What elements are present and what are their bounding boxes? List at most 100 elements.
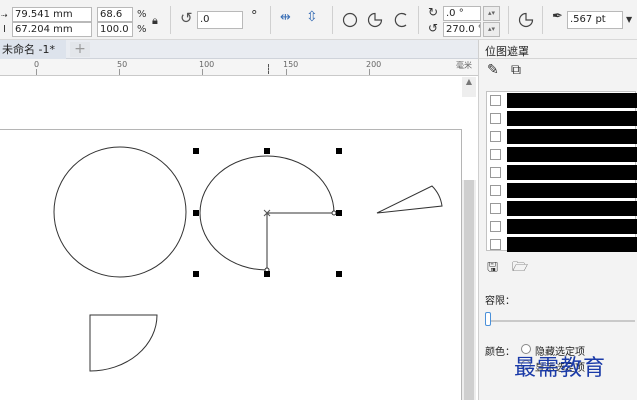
toolbar-separator <box>332 6 333 34</box>
node-marker <box>331 210 337 216</box>
color-swatch[interactable] <box>507 111 637 126</box>
start-angle-icon: ↻ <box>428 5 439 19</box>
add-tab-button[interactable]: + <box>70 42 90 57</box>
mirror-horizontal-icon[interactable]: ⇹ <box>280 11 291 24</box>
toolbar-separator <box>270 6 271 34</box>
start-angle-field[interactable]: .0 ° <box>443 6 481 21</box>
end-angle-icon: ↺ <box>428 21 439 35</box>
eyedropper-icon[interactable]: ✎ <box>487 63 499 77</box>
quarter-pie-shape[interactable] <box>89 314 158 372</box>
tolerance-slider-track[interactable] <box>487 320 635 322</box>
list-item[interactable] <box>487 92 637 109</box>
toolbar-separator <box>508 6 509 34</box>
panel-title: 位图遮罩 <box>485 45 529 58</box>
selection-handle[interactable] <box>193 148 199 154</box>
end-angle-spinner[interactable]: ▴▾ <box>483 22 500 37</box>
color-mode-label: 颜色： <box>485 347 515 358</box>
y-position-icon: I <box>3 24 6 35</box>
ruler-tick <box>268 64 269 74</box>
chevron-down-icon[interactable]: ▼ <box>626 14 632 26</box>
save-icon[interactable]: 🖫︎ <box>487 261 498 274</box>
mirror-vertical-icon[interactable]: ⇳ <box>306 10 318 24</box>
color-swatch[interactable] <box>507 201 637 216</box>
list-item[interactable] <box>487 236 637 253</box>
ruler-label: 200 <box>366 60 382 69</box>
drawing-canvas[interactable]: ▲ <box>0 77 478 400</box>
checkbox[interactable] <box>490 221 501 232</box>
tab-document[interactable]: 未命名 -1* <box>0 40 66 59</box>
arc-icon[interactable] <box>393 12 409 28</box>
checkbox[interactable] <box>490 239 501 250</box>
selection-handle[interactable] <box>264 148 270 154</box>
y-position-field[interactable]: 67.204 mm <box>12 22 92 37</box>
list-item[interactable] <box>487 182 637 199</box>
ruler-tick <box>369 69 370 75</box>
color-swatch[interactable] <box>507 147 637 162</box>
checkbox[interactable] <box>490 167 501 178</box>
rotate-icon: ↺ <box>180 9 193 27</box>
color-swatch[interactable] <box>507 219 637 234</box>
scale-height-field[interactable]: 100.0 <box>97 22 133 37</box>
document-tab-bar: 未命名 -1* + <box>0 40 478 59</box>
ellipse-icon[interactable] <box>342 12 358 28</box>
list-item[interactable] <box>487 164 637 181</box>
checkbox[interactable] <box>490 131 501 142</box>
selection-handle[interactable] <box>336 271 342 277</box>
checkbox[interactable] <box>490 95 501 106</box>
toolbar-separator <box>170 6 171 34</box>
end-angle-field[interactable]: 270.0 ° <box>443 22 481 37</box>
ruler-label: 0 <box>34 60 40 69</box>
toolbar-separator <box>418 6 419 34</box>
ruler-tick <box>119 69 120 75</box>
direction-icon[interactable] <box>518 12 534 28</box>
canvas-shapes <box>53 146 443 372</box>
list-item[interactable] <box>487 110 637 127</box>
checkbox[interactable] <box>490 113 501 124</box>
scroll-up-arrow[interactable]: ▲ <box>462 77 476 97</box>
bitmap-mask-panel: 位图遮罩 ✎ ⧉ 🖫︎ 🗁︎ 容限： 颜色： 隐藏选定项 显示选定项 <box>478 40 637 400</box>
color-swatch[interactable] <box>507 165 637 180</box>
selection-handle[interactable] <box>193 271 199 277</box>
open-folder-icon[interactable]: 🗁︎ <box>512 261 528 274</box>
ruler-label: 50 <box>117 60 128 69</box>
scale-width-field[interactable]: 68.6 <box>97 7 133 22</box>
selection-handle[interactable] <box>336 148 342 154</box>
outline-width-field[interactable]: .567 pt <box>567 11 623 29</box>
x-position-icon: ⇢ <box>1 11 8 20</box>
ruler-unit-label: 毫米 <box>456 61 472 70</box>
checkbox[interactable] <box>490 185 501 196</box>
tolerance-label: 容限： <box>485 296 515 307</box>
tolerance-slider-handle[interactable] <box>485 312 491 326</box>
ruler-tick <box>286 69 287 75</box>
wedge-shape[interactable] <box>376 185 443 214</box>
list-item[interactable] <box>487 200 637 217</box>
selection-handle[interactable] <box>193 210 199 216</box>
vertical-scrollbar[interactable] <box>462 180 476 400</box>
checkbox[interactable] <box>490 203 501 214</box>
color-swatch[interactable] <box>507 93 637 108</box>
ellipse-shape[interactable] <box>53 146 187 278</box>
percent-label: % <box>137 24 147 35</box>
selection-handle[interactable] <box>336 210 342 216</box>
scrollbar-thumb[interactable] <box>464 180 474 400</box>
color-picker-icon[interactable]: ⧉ <box>511 63 521 77</box>
list-item[interactable] <box>487 218 637 235</box>
pen-nib-icon: ✒ <box>552 9 563 24</box>
mask-color-list <box>486 91 637 253</box>
property-bar: ⇢ 79.541 mm I 67.204 mm 68.6 100.0 % % 🔒… <box>0 0 637 40</box>
toolbar-separator <box>542 6 543 34</box>
color-swatch[interactable] <box>507 237 637 252</box>
lock-ratio-icon[interactable]: 🔒︎ <box>152 15 158 27</box>
color-swatch[interactable] <box>507 129 637 144</box>
color-swatch[interactable] <box>507 183 637 198</box>
percent-label: % <box>137 9 147 20</box>
pie-icon[interactable] <box>367 12 383 28</box>
list-item[interactable] <box>487 146 637 163</box>
x-position-field[interactable]: 79.541 mm <box>12 7 92 22</box>
checkbox[interactable] <box>490 149 501 160</box>
rotation-field[interactable]: .0 <box>197 11 243 29</box>
selection-handle[interactable] <box>264 271 270 277</box>
start-angle-spinner[interactable]: ▴▾ <box>483 6 500 21</box>
list-item[interactable] <box>487 128 637 145</box>
watermark-logo: 最需教育 <box>514 356 607 381</box>
